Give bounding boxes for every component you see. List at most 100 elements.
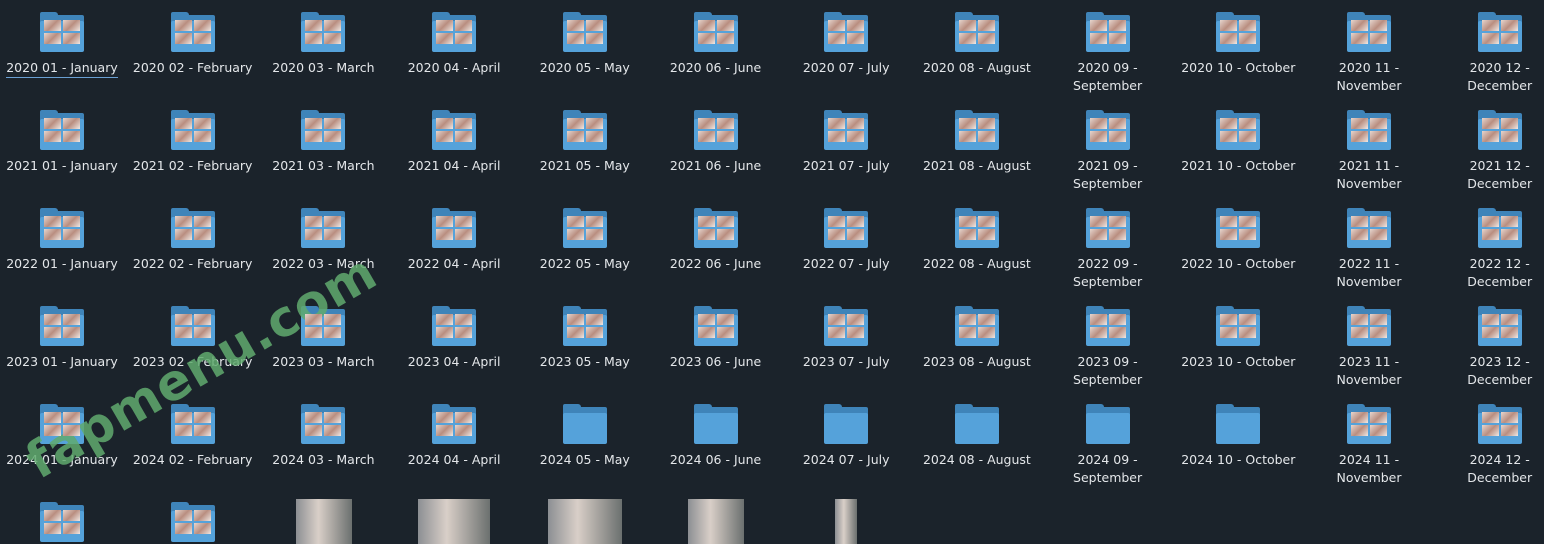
folder-item[interactable]: 2020 02 - February xyxy=(131,12,255,77)
folder-item[interactable]: 2020 06 - June xyxy=(654,12,778,77)
folder-item[interactable]: 2021 10 - October xyxy=(1176,110,1300,175)
folder-item[interactable]: 2022 11 - November xyxy=(1307,208,1431,291)
folder-label: 2021 10 - October xyxy=(1181,158,1296,173)
folder-item[interactable]: 2024 10 - October xyxy=(1176,404,1300,469)
folder-item[interactable]: 2021 01 - January xyxy=(0,110,124,175)
image-file-thumbnail[interactable] xyxy=(418,499,490,544)
folder-item[interactable]: 2024 03 - March xyxy=(261,404,385,469)
folder-label: 2021 02 - February xyxy=(132,158,253,173)
folder-item[interactable]: 2023 08 - August xyxy=(915,306,1039,371)
folder-item[interactable]: 2023 09 - September xyxy=(1046,306,1170,389)
folder-item[interactable]: 2020 10 - October xyxy=(1176,12,1300,77)
folder-label: 2022 08 - August xyxy=(922,256,1031,271)
folder-item[interactable]: 2022 05 - May xyxy=(523,208,647,273)
folder-item[interactable]: 2023 01 - January xyxy=(0,306,124,371)
folder-label: 2021 04 - April xyxy=(407,158,501,173)
folder-item[interactable]: 2024 09 - September xyxy=(1046,404,1170,487)
image-file-thumbnail[interactable] xyxy=(835,499,857,544)
folder-item[interactable]: 2022 01 - January xyxy=(0,208,124,273)
folder-label: 2024 03 - March xyxy=(272,452,375,467)
folder-item[interactable]: 2021 12 - December xyxy=(1438,110,1544,193)
folder-item[interactable]: 2020 08 - August xyxy=(915,12,1039,77)
folder-icon xyxy=(1216,404,1261,444)
folder-icon xyxy=(170,404,215,444)
folder-item[interactable]: 2020 01 - January xyxy=(0,12,124,78)
folder-item[interactable]: 2023 07 - July xyxy=(784,306,908,371)
folder-item[interactable]: 2023 02 - February xyxy=(131,306,255,371)
folder-item[interactable]: 2021 04 - April xyxy=(392,110,516,175)
folder-item[interactable]: 2020 05 - May xyxy=(523,12,647,77)
folder-item[interactable]: 2021 03 - March xyxy=(261,110,385,175)
folder-item[interactable]: 2024 04 - April xyxy=(392,404,516,469)
folder-icon xyxy=(1216,110,1261,150)
folder-label: 2020 03 - March xyxy=(272,60,375,75)
folder-label: 2021 03 - March xyxy=(272,158,375,173)
folder-label: 2024 12 - December xyxy=(1467,452,1533,485)
folder-item[interactable]: 2021 07 - July xyxy=(784,110,908,175)
folder-label: 2023 04 - April xyxy=(407,354,501,369)
folder-item[interactable]: 2020 04 - April xyxy=(392,12,516,77)
folder-label: 2022 04 - April xyxy=(407,256,501,271)
image-file-thumbnail[interactable] xyxy=(688,499,744,544)
folder-item[interactable]: 2022 10 - October xyxy=(1176,208,1300,273)
folder-item[interactable]: 2024 06 - June xyxy=(654,404,778,469)
folder-item[interactable]: 2020 03 - March xyxy=(261,12,385,77)
folder-label: 2024 02 - February xyxy=(132,452,253,467)
folder-item[interactable]: 2023 05 - May xyxy=(523,306,647,371)
folder-label: 2021 01 - January xyxy=(6,158,118,173)
folder-item[interactable]: 2024 11 - November xyxy=(1307,404,1431,487)
folder-item[interactable]: 2021 08 - August xyxy=(915,110,1039,175)
folder-item[interactable]: 2023 06 - June xyxy=(654,306,778,371)
folder-item[interactable]: 2021 09 - September xyxy=(1046,110,1170,193)
folder-item[interactable]: 2022 08 - August xyxy=(915,208,1039,273)
folder-icon xyxy=(301,12,346,52)
image-file-thumbnail[interactable] xyxy=(296,499,352,544)
folder-icon xyxy=(824,12,869,52)
folder-item[interactable]: 2022 03 - March xyxy=(261,208,385,273)
image-file-thumbnail[interactable] xyxy=(548,499,622,544)
folder-item[interactable]: 2021 05 - May xyxy=(523,110,647,175)
folder-item[interactable]: 2023 11 - November xyxy=(1307,306,1431,389)
folder-item[interactable]: 2021 06 - June xyxy=(654,110,778,175)
folder-label: 2020 08 - August xyxy=(922,60,1031,75)
folder-item[interactable]: 2022 02 - February xyxy=(131,208,255,273)
folder-label: 2023 11 - November xyxy=(1336,354,1402,387)
folder-label: 2020 06 - June xyxy=(669,60,762,75)
folder-item[interactable]: 2022 06 - June xyxy=(654,208,778,273)
folder-label: 2020 11 - November xyxy=(1336,60,1402,93)
folder-icon xyxy=(693,12,738,52)
folder-item[interactable]: 2022 09 - September xyxy=(1046,208,1170,291)
folder-item[interactable]: 2024 07 - July xyxy=(784,404,908,469)
folder-item[interactable]: 2023 12 - December xyxy=(1438,306,1544,389)
folder-item[interactable]: 2020 09 - September xyxy=(1046,12,1170,95)
folder-label: 2020 02 - February xyxy=(132,60,253,75)
folder-item[interactable]: 2024 02 - February xyxy=(131,404,255,469)
folder-item[interactable]: 2021 02 - February xyxy=(131,110,255,175)
folder-item[interactable]: 2020 07 - July xyxy=(784,12,908,77)
folder-icon xyxy=(824,306,869,346)
folder-label: 2020 09 - September xyxy=(1073,60,1143,93)
folder-item[interactable]: 2024 01 - January xyxy=(0,404,124,469)
folder-item[interactable]: 2024 05 - May xyxy=(523,404,647,469)
folder-label: 2024 07 - July xyxy=(802,452,890,467)
folder-item[interactable] xyxy=(0,502,124,542)
folder-item[interactable] xyxy=(131,502,255,542)
folder-item[interactable]: 2022 07 - July xyxy=(784,208,908,273)
folder-label: 2024 05 - May xyxy=(539,452,630,467)
folder-item[interactable]: 2021 11 - November xyxy=(1307,110,1431,193)
folder-icon xyxy=(1477,208,1522,248)
folder-item[interactable]: 2022 12 - December xyxy=(1438,208,1544,291)
folder-item[interactable]: 2023 04 - April xyxy=(392,306,516,371)
folder-item[interactable]: 2023 10 - October xyxy=(1176,306,1300,371)
folder-item[interactable]: 2020 11 - November xyxy=(1307,12,1431,95)
folder-label: 2020 04 - April xyxy=(407,60,501,75)
folder-item[interactable]: 2023 03 - March xyxy=(261,306,385,371)
folder-item[interactable]: 2024 08 - August xyxy=(915,404,1039,469)
folder-item[interactable]: 2020 12 - December xyxy=(1438,12,1544,95)
folder-icon xyxy=(824,208,869,248)
folder-item[interactable]: 2022 04 - April xyxy=(392,208,516,273)
folder-label: 2021 08 - August xyxy=(922,158,1031,173)
folder-item[interactable]: 2024 12 - December xyxy=(1438,404,1544,487)
folder-icon xyxy=(1085,404,1130,444)
folder-icon xyxy=(170,12,215,52)
